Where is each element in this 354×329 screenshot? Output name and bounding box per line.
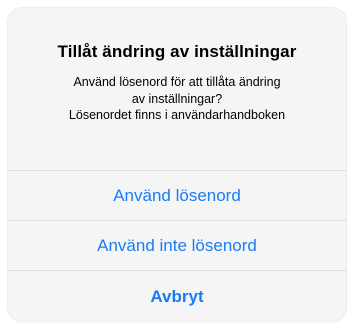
dialog-message-line: av inställningar? bbox=[131, 91, 223, 106]
dialog-message-line: Använd lösenord för att tillåta ändring bbox=[73, 75, 281, 89]
dont-use-password-button[interactable]: Använd inte lösenord bbox=[8, 221, 346, 270]
dialog-message-line: Lösenordet finns i användarhandboken bbox=[68, 108, 286, 122]
settings-change-dialog: Tillåt ändring av inställningar Använd l… bbox=[8, 8, 346, 321]
dialog-message: Använd lösenord för att tillåta ändring … bbox=[8, 74, 346, 124]
cancel-button[interactable]: Avbryt bbox=[8, 271, 346, 321]
use-password-button[interactable]: Använd lösenord bbox=[8, 171, 346, 220]
dialog-title: Tillåt ändring av inställningar bbox=[57, 42, 297, 61]
dialog-header: Tillåt ändring av inställningar Använd l… bbox=[8, 8, 346, 170]
